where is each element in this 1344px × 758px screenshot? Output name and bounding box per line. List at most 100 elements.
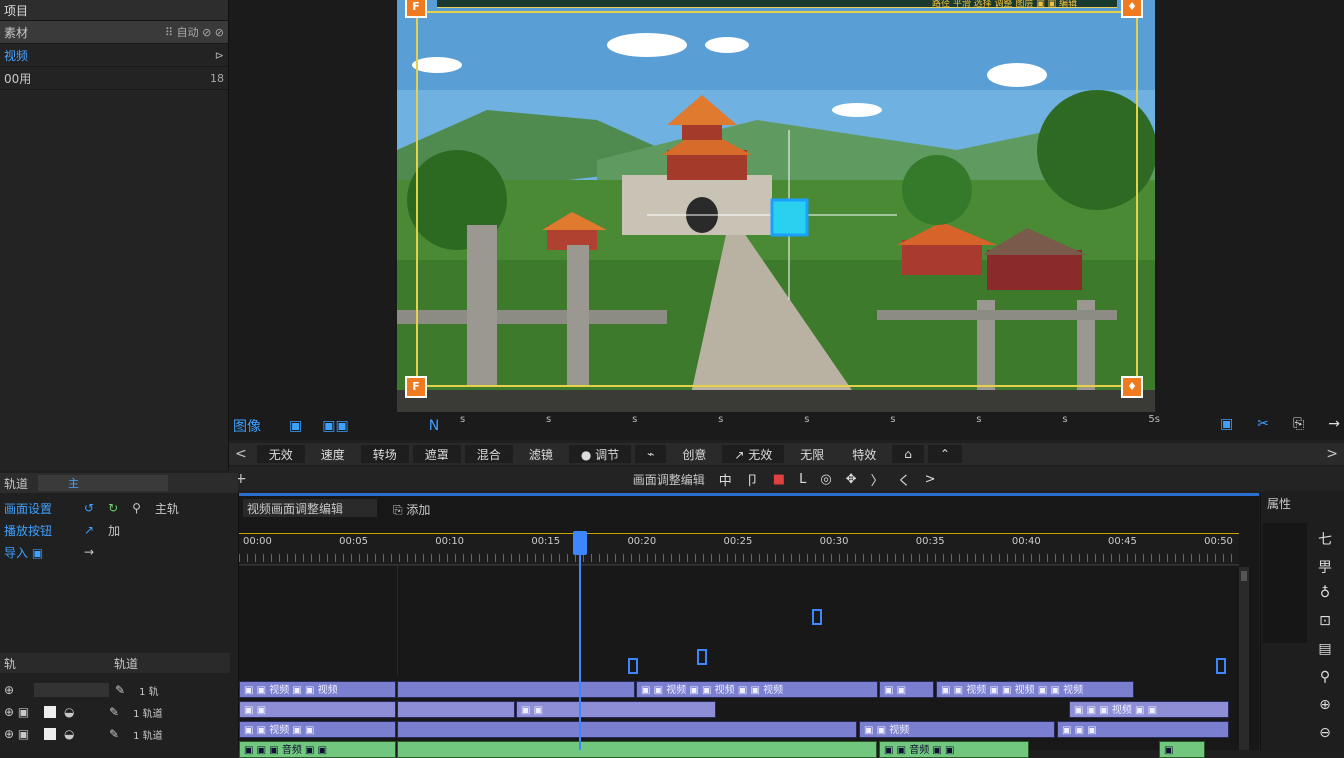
project-row-video[interactable]: 视频 ⊳ bbox=[0, 44, 228, 67]
keyframe-marker[interactable] bbox=[628, 658, 638, 674]
effect-item[interactable]: 遮罩 bbox=[412, 445, 461, 463]
project-row-meta: ⊳ bbox=[214, 48, 224, 62]
search-icon[interactable]: ⚲ bbox=[1309, 669, 1341, 697]
keyframe-marker[interactable] bbox=[697, 649, 707, 665]
frame-icon[interactable]: ⊡ bbox=[1309, 613, 1341, 641]
list-icon[interactable]: ▤ bbox=[1309, 641, 1341, 669]
effect-item[interactable]: 无限 bbox=[788, 445, 836, 463]
video-clip[interactable]: ▣ ▣ 视频 ▣ ▣ 视频 ▣ ▣ 视频 bbox=[936, 681, 1134, 698]
track-lock-checkbox[interactable] bbox=[44, 706, 56, 718]
effect-item[interactable]: ⌁ bbox=[635, 445, 667, 463]
zoom-in-icon[interactable]: ⊕ bbox=[1309, 697, 1341, 725]
timeline-top-accent bbox=[239, 493, 1259, 496]
video-clip[interactable]: ▣ ▣ ▣ bbox=[1057, 721, 1229, 738]
image-tool-button[interactable]: 图像 bbox=[233, 416, 261, 436]
toolbar-label: 画面调整编辑 bbox=[632, 472, 705, 487]
track-toggle[interactable]: ⊕ ▣ bbox=[4, 705, 44, 719]
text-icon[interactable]: 七 bbox=[1309, 529, 1341, 557]
track-tool-label[interactable]: 播放按钮 bbox=[4, 522, 84, 539]
effect-item[interactable]: 创意 bbox=[670, 445, 718, 463]
timeline-header: 视频画面调整编辑 bbox=[243, 499, 377, 517]
preview-frame[interactable]: 路径 平滑 选择 调整 图层 ▣ ▣ 编辑 F ♦ F ♦ bbox=[397, 0, 1155, 412]
video-clip[interactable] bbox=[397, 681, 635, 698]
playhead-handle[interactable] bbox=[573, 531, 587, 555]
crop-handle-bottom-right[interactable]: ♦ bbox=[1121, 376, 1143, 398]
keyframe-marker[interactable] bbox=[812, 609, 822, 625]
project-row-usage[interactable]: 00用 18 bbox=[0, 67, 228, 90]
time-ruler[interactable]: 00:00 00:05 00:10 00:15 00:20 00:25 00:30 00:35… bbox=[239, 533, 1239, 565]
link-icon[interactable]: ↗ bbox=[84, 523, 94, 537]
video-clip[interactable]: ▣ ▣ ▣ 视频 ▣ ▣ bbox=[1069, 701, 1229, 718]
edit-icon[interactable]: ✎ bbox=[109, 705, 119, 719]
edit-icon[interactable]: ✎ bbox=[109, 727, 119, 741]
audio-icon[interactable]: ◒ bbox=[64, 705, 109, 719]
search-icon[interactable]: ⚲ bbox=[132, 501, 141, 515]
effect-item[interactable]: 无效 bbox=[256, 445, 305, 463]
cut-icon[interactable]: ✂ bbox=[1257, 416, 1269, 432]
video-clip[interactable]: ▣ ▣ 视频 ▣ ▣ 视频 bbox=[239, 681, 396, 698]
split-tool-icon[interactable]: 卩 bbox=[746, 470, 759, 489]
scrollbar-thumb[interactable] bbox=[1241, 571, 1247, 581]
add-label[interactable]: 加 bbox=[108, 522, 120, 539]
undo-icon[interactable]: ↺ bbox=[84, 501, 94, 515]
import-arrow-icon[interactable]: → bbox=[84, 545, 94, 559]
crop-handle-top-left[interactable]: F bbox=[405, 0, 427, 18]
track-tool-label[interactable]: 画面设置 bbox=[4, 500, 84, 517]
project-row-media[interactable]: 素材 ⠿ 自动 ⊘ ⊘ bbox=[0, 21, 228, 44]
trim-tool-icon[interactable]: L bbox=[799, 472, 806, 487]
keyframe-marker[interactable] bbox=[1216, 658, 1226, 674]
timeline-scrollbar[interactable] bbox=[1239, 567, 1249, 750]
effects-next-icon[interactable]: > bbox=[1326, 446, 1338, 462]
crop-handle-top-right[interactable]: ♦ bbox=[1121, 0, 1143, 18]
timecode-label: s bbox=[632, 414, 638, 425]
effects-prev-icon[interactable]: < bbox=[235, 446, 247, 462]
track-panel-selector[interactable]: 主 bbox=[38, 475, 169, 491]
video-clip[interactable]: ▣ ▣ bbox=[239, 701, 396, 718]
effect-item[interactable]: ● 调节 bbox=[568, 445, 632, 463]
effect-item[interactable]: 混合 bbox=[464, 445, 513, 463]
copy-icon[interactable]: ⎘ bbox=[1293, 416, 1304, 432]
video-clip[interactable] bbox=[397, 721, 857, 738]
effect-item[interactable]: ⌃ bbox=[927, 445, 962, 463]
forward-icon[interactable]: 〉 bbox=[871, 470, 884, 489]
effect-item[interactable]: ↗ 无效 bbox=[722, 445, 785, 463]
compare-icon[interactable]: ▣▣ bbox=[322, 418, 348, 434]
playhead-line[interactable] bbox=[579, 531, 581, 750]
video-clip[interactable]: ▣ ▣ 视频 bbox=[859, 721, 1055, 738]
center-tool-icon[interactable]: 中 bbox=[719, 470, 732, 489]
timeline[interactable]: 视频画面调整编辑 ⎘ 添加 00:00 00:05 00:10 00:15 00:20 0… bbox=[239, 493, 1259, 758]
track-toggle[interactable]: ⊕ ▣ bbox=[4, 727, 44, 741]
effect-item[interactable]: 速度 bbox=[309, 445, 357, 463]
effect-item[interactable]: ⌂ bbox=[892, 445, 924, 463]
safe-area-icon[interactable]: N bbox=[429, 418, 439, 434]
zoom-out-icon[interactable]: ⊖ bbox=[1309, 725, 1341, 753]
video-clip[interactable]: ▣ ▣ 视频 ▣ ▣ bbox=[239, 721, 396, 738]
record-icon[interactable]: ■ bbox=[773, 472, 785, 487]
track-lock-checkbox[interactable] bbox=[44, 728, 56, 740]
track-tool-label[interactable]: 导入 ▣ bbox=[4, 544, 84, 561]
track-toggle[interactable]: ⊕ bbox=[4, 683, 34, 697]
back-icon[interactable]: く bbox=[898, 470, 911, 489]
effect-item[interactable]: 转场 bbox=[360, 445, 409, 463]
audio-icon[interactable]: ◒ bbox=[64, 727, 109, 741]
crop-handle-bottom-left[interactable]: F bbox=[405, 376, 427, 398]
export-arrow-icon[interactable]: → bbox=[1328, 416, 1340, 432]
redo-icon[interactable]: ↻ bbox=[108, 501, 118, 515]
effect-item[interactable]: 滤镜 bbox=[517, 445, 565, 463]
track-tool-row: 画面设置 ↺ ↻ ⚲ 主轨 bbox=[0, 497, 238, 519]
move-icon[interactable]: ✥ bbox=[846, 472, 857, 487]
globe-icon[interactable]: ♁ bbox=[1309, 585, 1341, 613]
video-clip[interactable]: ▣ ▣ 视频 ▣ ▣ 视频 ▣ ▣ 视频 bbox=[636, 681, 878, 698]
track-name-field[interactable] bbox=[34, 683, 109, 697]
next-icon[interactable]: > bbox=[925, 472, 936, 487]
edit-icon[interactable]: ✎ bbox=[115, 683, 125, 697]
save-frame-icon[interactable]: ▣ bbox=[289, 418, 302, 434]
target-icon[interactable]: ◎ bbox=[820, 472, 831, 487]
video-clip[interactable]: ▣ ▣ bbox=[516, 701, 716, 718]
add-clip-button[interactable]: ⎘ 添加 bbox=[393, 501, 430, 518]
fullscreen-icon[interactable]: ▣ bbox=[1220, 416, 1233, 432]
layout-icon[interactable]: 甼 bbox=[1309, 557, 1341, 585]
effect-item[interactable]: 特效 bbox=[840, 445, 888, 463]
video-clip[interactable]: ▣ ▣ bbox=[879, 681, 934, 698]
video-clip[interactable] bbox=[397, 701, 515, 718]
